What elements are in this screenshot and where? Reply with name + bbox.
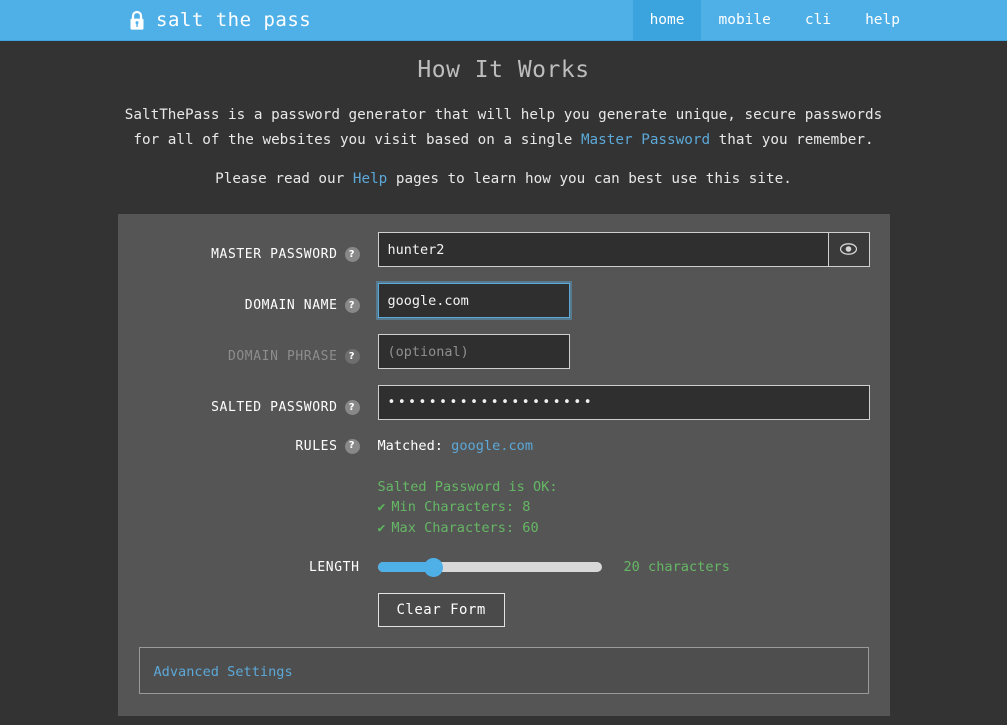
domain-name-label: DOMAIN NAME xyxy=(244,298,338,313)
salted-password-label-group: SALTED PASSWORD ? xyxy=(138,385,360,420)
rules-item-min-characters-text: Min Characters: 8 xyxy=(391,499,531,515)
intro-paragraph-second: Please read our Help pages to learn how … xyxy=(109,167,899,192)
rules-row: RULES ? Matched: google.com Salted Passw… xyxy=(138,436,870,539)
length-slider-thumb[interactable] xyxy=(424,557,443,577)
master-password-label-group: MASTER PASSWORD ? xyxy=(138,232,360,267)
intro-text-part2: that you remember. xyxy=(710,132,874,148)
length-row: LENGTH 20 characters xyxy=(138,557,870,577)
rules-matched-domain-link[interactable]: google.com xyxy=(451,438,533,454)
salted-password-output[interactable]: •••••••••••••••••••• xyxy=(377,385,870,420)
master-password-field-wrap xyxy=(360,232,870,267)
rules-label-group: RULES ? xyxy=(138,436,360,456)
rules-item-min-characters: ✔ Min Characters: 8 xyxy=(378,497,870,518)
master-password-input-group xyxy=(377,232,870,267)
salted-password-masked-value: •••••••••••••••••••• xyxy=(387,395,595,410)
check-icon: ✔ xyxy=(377,500,386,515)
navbar-links: home mobile cli help xyxy=(632,0,917,40)
domain-phrase-label: DOMAIN PHRASE xyxy=(227,349,338,364)
nav-link-help[interactable]: help xyxy=(848,0,917,40)
domain-phrase-field-wrap xyxy=(360,334,870,369)
domain-name-field-wrap xyxy=(360,283,870,318)
master-password-input[interactable] xyxy=(377,232,829,267)
intro2-text-part1: Please read our xyxy=(215,171,353,187)
toggle-master-password-visibility-button[interactable] xyxy=(828,232,870,267)
domain-name-label-group: DOMAIN NAME ? xyxy=(138,283,360,318)
length-slider[interactable] xyxy=(377,557,602,577)
navbar-right-padding xyxy=(917,0,1007,40)
domain-phrase-row: DOMAIN PHRASE ? xyxy=(138,334,870,369)
page-content: How It Works SaltThePass is a password g… xyxy=(0,41,1007,716)
domain-name-help-icon[interactable]: ? xyxy=(344,298,360,313)
eye-icon xyxy=(839,240,858,259)
rules-matched-prefix: Matched: xyxy=(377,438,452,454)
rules-label: RULES xyxy=(295,438,338,454)
page-title: How It Works xyxy=(417,57,590,83)
clear-form-row: Clear Form xyxy=(138,593,870,627)
clear-form-button[interactable]: Clear Form xyxy=(377,593,505,627)
rules-body: Matched: google.com Salted Password is O… xyxy=(360,436,870,539)
generator-panel: MASTER PASSWORD ? hunter2 DOMAIN NAME ? … xyxy=(117,214,890,716)
domain-name-input[interactable] xyxy=(377,283,570,318)
domain-phrase-help-icon[interactable]: ? xyxy=(344,349,360,364)
clear-form-spacer xyxy=(138,593,360,627)
domain-phrase-label-group: DOMAIN PHRASE ? xyxy=(138,334,360,369)
domain-name-row: DOMAIN NAME ? xyxy=(138,283,870,318)
master-password-row: MASTER PASSWORD ? xyxy=(138,232,870,267)
nav-link-home[interactable]: home xyxy=(632,0,702,40)
length-slider-area: 20 characters xyxy=(360,557,870,577)
rules-item-max-characters-text: Max Characters: 60 xyxy=(391,520,539,536)
advanced-settings-label: Advanced Settings xyxy=(153,664,293,680)
salted-password-label: SALTED PASSWORD xyxy=(211,400,338,415)
navbar-spacer xyxy=(311,0,632,40)
advanced-settings-panel[interactable]: Advanced Settings xyxy=(138,647,869,694)
master-password-link[interactable]: Master Password xyxy=(581,132,710,148)
brand-logo[interactable]: salt the pass xyxy=(0,0,311,40)
salted-password-field-wrap: •••••••••••••••••••• xyxy=(360,385,870,420)
rules-help-icon[interactable]: ? xyxy=(344,438,360,454)
salted-password-row: SALTED PASSWORD ? •••••••••••••••••••• xyxy=(138,385,870,420)
nav-link-cli[interactable]: cli xyxy=(788,0,848,40)
lock-icon xyxy=(128,10,146,31)
nav-link-mobile[interactable]: mobile xyxy=(701,0,787,40)
length-label: LENGTH xyxy=(308,559,360,575)
intro-paragraph: SaltThePass is a password generator that… xyxy=(109,103,899,153)
master-password-help-icon[interactable]: ? xyxy=(344,247,360,262)
length-value-text: 20 characters xyxy=(623,559,730,575)
domain-phrase-input[interactable] xyxy=(377,334,570,369)
check-icon: ✔ xyxy=(377,521,386,536)
clear-form-area: Clear Form xyxy=(360,593,870,627)
top-navbar: salt the pass home mobile cli help xyxy=(0,0,1007,41)
rules-matched-line: Matched: google.com xyxy=(378,436,870,456)
master-password-label: MASTER PASSWORD xyxy=(211,247,338,262)
rules-item-max-characters: ✔ Max Characters: 60 xyxy=(378,518,870,539)
brand-title: salt the pass xyxy=(156,9,312,31)
help-pages-link[interactable]: Help xyxy=(353,171,387,187)
rules-status-text: Salted Password is OK: xyxy=(377,479,558,495)
salted-password-help-icon[interactable]: ? xyxy=(344,400,360,415)
intro2-text-part2: pages to learn how you can best use this… xyxy=(387,171,792,187)
